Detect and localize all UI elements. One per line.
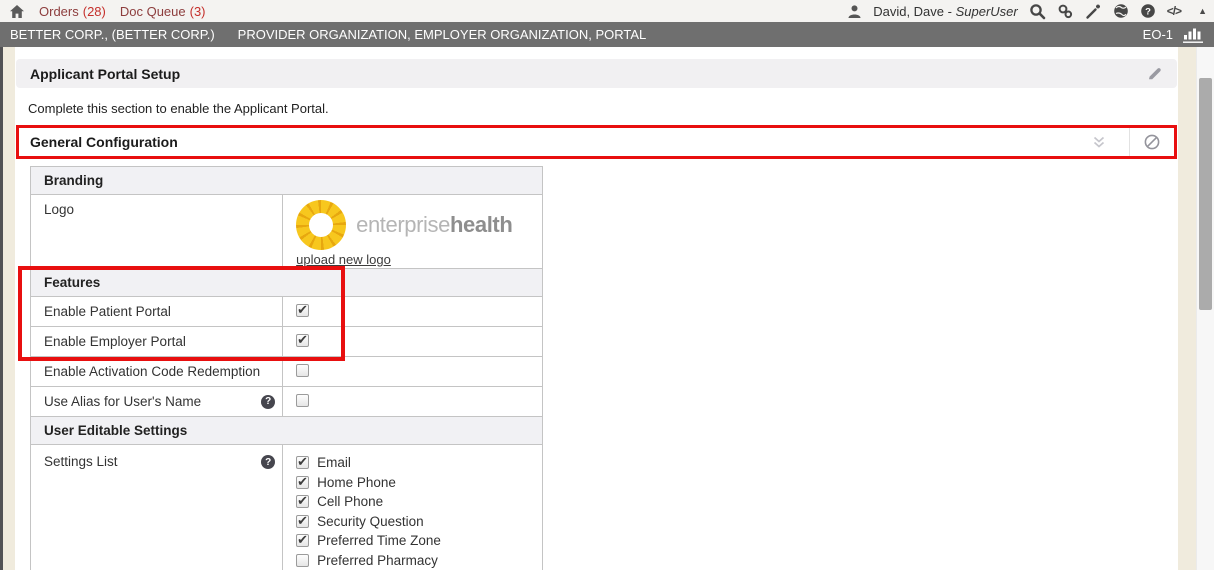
- page-header: Applicant Portal Setup: [16, 59, 1177, 88]
- link-icon[interactable]: [1057, 3, 1074, 20]
- list-item-preferred-time-zone: Preferred Time Zone: [296, 531, 542, 551]
- top-bar-right: David, Dave - SuperUser ? </> ▲: [847, 3, 1207, 20]
- table-row-use-alias: Use Alias for User's Name ?: [31, 387, 543, 417]
- setting-label: Email: [317, 455, 351, 470]
- settings-list-label: Settings List: [44, 454, 118, 469]
- home-phone-checkbox[interactable]: [296, 476, 309, 489]
- section-description: Complete this section to enable the Appl…: [28, 101, 329, 116]
- email-checkbox[interactable]: [296, 456, 309, 469]
- nav-orders-count: (28): [83, 4, 106, 19]
- branding-section-header: Branding: [31, 167, 543, 195]
- setting-label: Preferred Pharmacy: [317, 553, 438, 568]
- use-alias-checkbox[interactable]: [296, 394, 309, 407]
- nav-doc-queue[interactable]: Doc Queue (3): [120, 4, 206, 19]
- org-bar-right: EO-1: [1143, 26, 1204, 43]
- home-icon[interactable]: [9, 3, 25, 20]
- logo-row: Logo enterprisehealth upload new logo: [31, 195, 543, 269]
- bar-chart-icon[interactable]: [1182, 26, 1204, 43]
- scrollbar-thumb[interactable]: [1199, 78, 1212, 310]
- list-item-email: Email: [296, 453, 542, 473]
- user-icon: [847, 3, 862, 20]
- enterprise-health-logo: enterprisehealth: [296, 200, 542, 250]
- settings-list-help-icon[interactable]: ?: [261, 455, 275, 469]
- cell-phone-checkbox[interactable]: [296, 495, 309, 508]
- list-item-security-question: Security Question: [296, 512, 542, 532]
- row-label: Enable Employer Portal: [31, 327, 283, 357]
- logo-word-light: enterprise: [356, 212, 450, 237]
- left-margin-strip: [3, 47, 15, 570]
- globe-icon[interactable]: [1113, 3, 1129, 20]
- general-configuration-title: General Configuration: [30, 134, 178, 150]
- nav-doc-queue-count: (3): [190, 4, 206, 19]
- upload-new-logo-link[interactable]: upload new logo: [296, 252, 391, 267]
- enable-activation-code-checkbox[interactable]: [296, 364, 309, 377]
- collapse-chevron-icon[interactable]: [1069, 135, 1129, 150]
- row-label: Use Alias for User's Name: [44, 394, 201, 409]
- features-section-header: Features: [31, 269, 543, 297]
- nav-doc-queue-label: Doc Queue: [120, 4, 186, 19]
- logo-word-bold: health: [450, 212, 512, 237]
- branding-section-row: Branding: [31, 167, 543, 195]
- code-icon[interactable]: </>: [1167, 3, 1181, 20]
- top-bar: Orders (28) Doc Queue (3) David, Dave - …: [0, 0, 1214, 22]
- edit-pencil-icon[interactable]: [1146, 65, 1163, 82]
- table-row-enable-employer-portal: Enable Employer Portal: [31, 327, 543, 357]
- security-question-checkbox[interactable]: [296, 515, 309, 528]
- setting-label: Preferred Time Zone: [317, 533, 441, 548]
- logo-sunburst-icon: [296, 200, 346, 250]
- top-nav: Orders (28) Doc Queue (3): [25, 4, 206, 19]
- setting-label: Security Question: [317, 514, 424, 529]
- user-editable-settings-header: User Editable Settings: [31, 417, 543, 445]
- list-item-cell-phone: Cell Phone: [296, 492, 542, 512]
- list-item-preferred-pharmacy: Preferred Pharmacy: [296, 551, 542, 570]
- org-bar: BETTER CORP., (BETTER CORP.) PROVIDER OR…: [0, 22, 1214, 47]
- settings-list: Email Home Phone Cell Phone Security Que…: [296, 445, 542, 570]
- enable-employer-portal-checkbox[interactable]: [296, 334, 309, 347]
- row-label: Enable Activation Code Redemption: [31, 357, 283, 387]
- features-section-row: Features: [31, 269, 543, 297]
- right-margin-strip: [1178, 47, 1196, 570]
- settings-list-row: Settings List ? Email Home Phone Cell P: [31, 445, 543, 570]
- table-row-enable-activation-code: Enable Activation Code Redemption: [31, 357, 543, 387]
- current-user[interactable]: David, Dave - SuperUser: [873, 4, 1018, 19]
- scroll-up-icon[interactable]: ▲: [1198, 6, 1207, 16]
- enable-patient-portal-checkbox[interactable]: [296, 304, 309, 317]
- screen: Orders (28) Doc Queue (3) David, Dave - …: [0, 0, 1214, 570]
- table-row-enable-patient-portal: Enable Patient Portal: [31, 297, 543, 327]
- help-icon[interactable]: ?: [1140, 3, 1156, 20]
- org-badge: EO-1: [1143, 27, 1173, 42]
- section-controls: [1069, 128, 1174, 156]
- use-alias-help-icon[interactable]: ?: [261, 395, 275, 409]
- general-configuration-section: General Configuration: [16, 125, 1177, 159]
- logo-wordmark: enterprisehealth: [356, 212, 512, 238]
- setting-label: Home Phone: [317, 475, 396, 490]
- row-label: Enable Patient Portal: [31, 297, 283, 327]
- org-context: PROVIDER ORGANIZATION, EMPLOYER ORGANIZA…: [238, 27, 647, 42]
- preferred-time-zone-checkbox[interactable]: [296, 534, 309, 547]
- org-name: BETTER CORP., (BETTER CORP.): [10, 27, 215, 42]
- setting-label: Cell Phone: [317, 494, 383, 509]
- preferred-pharmacy-checkbox[interactable]: [296, 554, 309, 567]
- user-role: SuperUser: [956, 4, 1018, 19]
- list-item-home-phone: Home Phone: [296, 473, 542, 493]
- user-name: David, Dave -: [873, 4, 955, 19]
- user-editable-settings-section-row: User Editable Settings: [31, 417, 543, 445]
- wand-icon[interactable]: [1085, 3, 1102, 20]
- nav-orders[interactable]: Orders (28): [39, 4, 106, 19]
- page-title: Applicant Portal Setup: [30, 66, 180, 82]
- search-icon[interactable]: [1029, 3, 1046, 20]
- configuration-table: Branding Logo enterprisehealth upload ne…: [30, 166, 543, 570]
- disable-icon[interactable]: [1130, 133, 1174, 151]
- svg-text:?: ?: [1145, 6, 1151, 17]
- logo-label: Logo: [31, 195, 283, 269]
- nav-orders-label: Orders: [39, 4, 79, 19]
- scrollbar-track[interactable]: [1196, 47, 1214, 570]
